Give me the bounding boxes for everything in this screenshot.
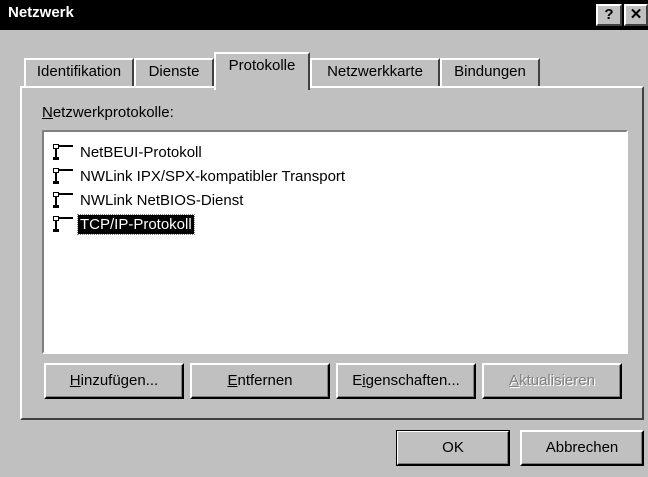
list-item[interactable]: NetBEUI-Protokoll: [52, 140, 204, 164]
add-mnemonic: H: [69, 372, 81, 389]
list-item[interactable]: NWLink IPX/SPX-kompatibler Transport: [52, 164, 347, 188]
protocol-label: TCP/IP-Protokoll: [77, 213, 195, 235]
update-label-rest: ktualisieren: [519, 372, 595, 389]
add-label-rest: inzufügen...: [80, 372, 159, 389]
close-button[interactable]: ✕: [624, 4, 648, 26]
tab-protokolle[interactable]: Protokolle: [214, 52, 310, 90]
tab-bindungen[interactable]: Bindungen: [440, 58, 540, 86]
list-item[interactable]: NWLink NetBIOS-Dienst: [52, 188, 245, 212]
tab-identifikation[interactable]: Identifikation: [24, 58, 134, 86]
update-button[interactable]: Aktualisieren: [482, 363, 622, 399]
window-title: Netzwerk: [8, 4, 74, 21]
protocol-label: NWLink IPX/SPX-kompatibler Transport: [80, 167, 346, 185]
network-protocol-icon: [53, 216, 73, 232]
list-item-selected[interactable]: TCP/IP-Protokoll: [52, 212, 195, 236]
tab-dienste[interactable]: Dienste: [134, 58, 214, 86]
protocols-label-mnemonic: N: [42, 104, 53, 121]
add-button[interactable]: Hinzufügen...: [44, 363, 184, 399]
protocols-label: Netzwerkprotokolle:: [42, 104, 174, 121]
remove-mnemonic: E: [227, 372, 238, 389]
network-protocol-icon: [53, 192, 73, 208]
remove-button[interactable]: Entfernen: [190, 363, 330, 399]
protocol-label: NWLink NetBIOS-Dienst: [80, 191, 244, 209]
network-protocol-icon: [53, 144, 73, 160]
protocols-listbox[interactable]: NetBEUI-Protokoll NWLink IPX/SPX-kompati…: [42, 130, 628, 354]
remove-label-rest: ntfernen: [237, 372, 293, 389]
close-icon: ✕: [629, 6, 643, 23]
properties-label-post: genschaften...: [365, 372, 460, 389]
tab-netzwerkkarte[interactable]: Netzwerkkarte: [310, 58, 440, 86]
ok-button[interactable]: OK: [396, 430, 510, 466]
protocol-label: NetBEUI-Protokoll: [80, 143, 202, 161]
title-bar[interactable]: [0, 0, 648, 30]
network-protocol-icon: [53, 168, 73, 184]
properties-label-pre: E: [352, 372, 363, 389]
help-button[interactable]: ?: [596, 4, 622, 26]
properties-button[interactable]: Eigenschaften...: [336, 363, 476, 399]
protocols-label-rest: etzwerkprotokolle:: [52, 104, 174, 121]
cancel-button[interactable]: Abbrechen: [520, 430, 644, 466]
update-mnemonic: A: [509, 372, 520, 389]
